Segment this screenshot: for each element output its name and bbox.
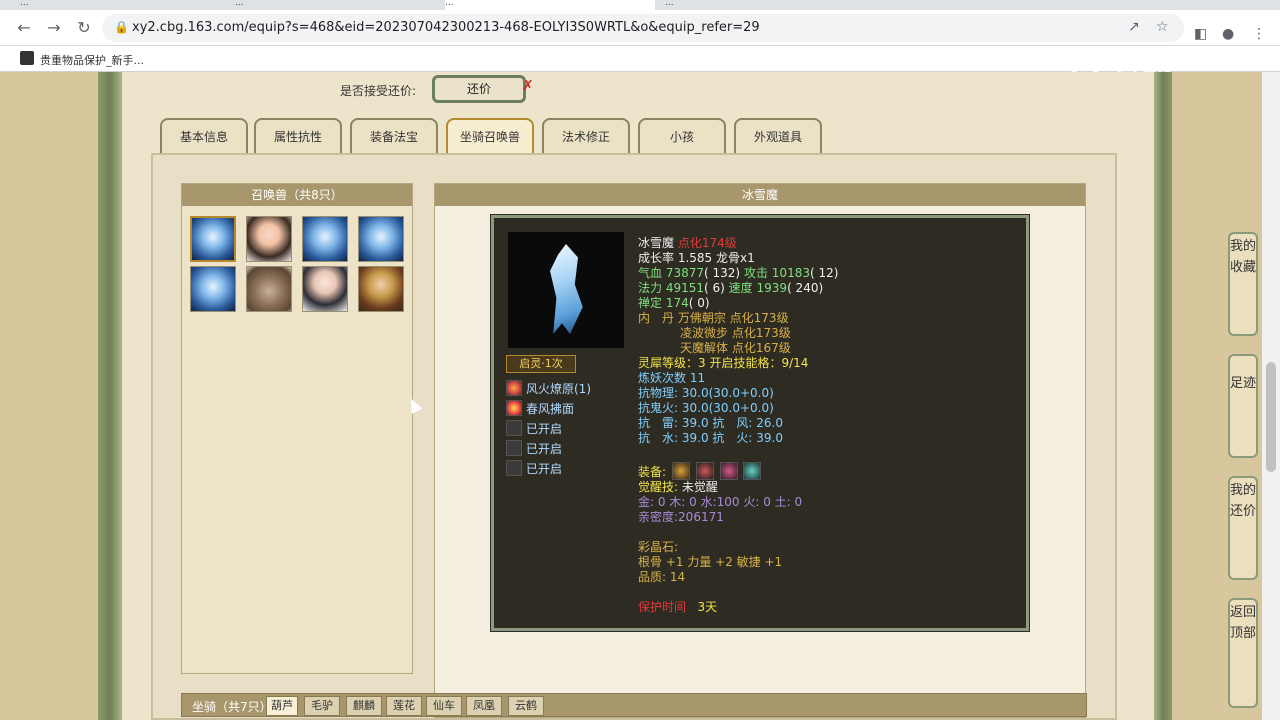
skill-slot[interactable]: 已开启	[506, 440, 562, 457]
tab-equipment[interactable]: 装备法宝	[350, 118, 438, 154]
skill-item[interactable]: 春风拂面	[506, 400, 574, 417]
resist-line: 抗 雷: 39.0 抗 风: 26.0	[638, 416, 783, 430]
scrollbar[interactable]	[1262, 72, 1280, 720]
summon-thumb[interactable]	[302, 216, 348, 262]
mount-tab[interactable]: 莲花	[386, 696, 422, 716]
bookmark-link[interactable]: 贵重物品保护_新手...	[40, 52, 144, 68]
browser-tabstrip: ... ... ... ...	[0, 0, 1280, 10]
url-text[interactable]: xy2.cbg.163.com/equip?s=468&eid=20230704…	[132, 20, 760, 35]
browser-toolbar: ← → ↻ 🔒 xy2.cbg.163.com/equip?s=468&eid=…	[0, 10, 1280, 46]
mount-tab[interactable]: 毛驴	[304, 696, 340, 716]
favorites-button[interactable]: 我的收藏	[1228, 232, 1258, 336]
quality-line: 品质: 14	[638, 570, 686, 584]
intimacy-line: 亲密度:206171	[638, 510, 724, 524]
summon-thumb[interactable]	[246, 266, 292, 312]
ice-crystal-image	[550, 244, 583, 334]
skill-slot-icon	[506, 440, 522, 456]
footprint-button[interactable]: 足迹	[1228, 354, 1258, 458]
neidan-line: 内 丹 万佛朝宗 点化173级	[638, 311, 789, 325]
skill-slot-icon	[506, 420, 522, 436]
counter-offer-button[interactable]: 还价	[432, 75, 526, 103]
tab-spell-mod[interactable]: 法术修正	[542, 118, 630, 154]
offer-label: 是否接受还价:	[340, 84, 417, 98]
mp-spd-line: 法力 49151( 6) 速度 1939( 240)	[638, 281, 824, 295]
skill-slot[interactable]: 已开启	[506, 460, 562, 477]
skill-icon	[506, 400, 522, 416]
gem-label: 彩晶石:	[638, 540, 679, 554]
back-icon[interactable]: ←	[14, 18, 34, 38]
summon-thumb[interactable]	[190, 266, 236, 312]
browser-tab-active[interactable]: ...	[445, 0, 655, 10]
lingxi-line: 灵犀等级：3 开启技能格：9/14	[638, 356, 809, 370]
protect-line: 保护时间 3天	[638, 600, 718, 614]
mount-tab[interactable]: 仙车	[426, 696, 462, 716]
forward-icon[interactable]: →	[44, 18, 64, 38]
resist-line: 抗鬼火: 30.0(30.0+0.0)	[638, 401, 774, 415]
mount-tab[interactable]: 葫芦	[266, 696, 298, 716]
summon-thumb[interactable]	[190, 216, 236, 262]
summon-card: 启灵·1次 风火燎原(1) 春风拂面 已开启 已开启 已开启 冰雪魔 点化174…	[490, 214, 1030, 632]
qiling-badge: 启灵·1次	[506, 355, 576, 373]
sidepanel-icon[interactable]: ◧	[1194, 26, 1207, 42]
equip-ornament-icon[interactable]	[743, 462, 762, 480]
page-border-right	[1154, 72, 1172, 720]
tab-attributes[interactable]: 属性抗性	[254, 118, 342, 154]
awaken-line: 觉醒技: 未觉醒	[638, 480, 718, 494]
scrollbar-thumb[interactable]	[1266, 362, 1276, 472]
skill-item[interactable]: 风火燎原(1)	[506, 380, 591, 397]
my-offers-button[interactable]: 我的还价	[1228, 476, 1258, 580]
bookmark-favicon-icon	[20, 51, 34, 65]
skill-slot[interactable]: 已开启	[506, 420, 562, 437]
elements-line: 金: 0 木: 0 水:100 火: 0 土: 0	[638, 495, 803, 509]
summon-thumb[interactable]	[358, 266, 404, 312]
equip-ring-icon[interactable]	[671, 462, 690, 480]
neidan-line: 凌波微步 点化173级	[680, 326, 791, 340]
browser-tab[interactable]: ...	[665, 0, 865, 10]
address-bar[interactable]: 🔒 xy2.cbg.163.com/equip?s=468&eid=202307…	[102, 14, 1184, 42]
summon-thumb[interactable]	[358, 216, 404, 262]
browser-tab[interactable]: ...	[235, 0, 435, 10]
mount-tab[interactable]: 云鹤	[508, 696, 544, 716]
skill-icon	[506, 380, 522, 396]
tab-mounts-summons[interactable]: 坐骑召唤兽	[446, 118, 534, 154]
share-icon[interactable]: ↗	[1128, 19, 1140, 35]
tab-appearance[interactable]: 外观道具	[734, 118, 822, 154]
equip-line: 装备:	[638, 462, 762, 480]
tab-child[interactable]: 小孩	[638, 118, 726, 154]
resist-line: 抗物理: 30.0(30.0+0.0)	[638, 386, 774, 400]
tab-basic-info[interactable]: 基本信息	[160, 118, 248, 154]
summon-thumb[interactable]	[246, 216, 292, 262]
summon-thumb[interactable]	[302, 266, 348, 312]
mount-count-label: 坐骑（共7只）	[192, 700, 272, 714]
mount-tab[interactable]: 麒麟	[346, 696, 382, 716]
resist-line: 抗 水: 39.0 抗 火: 39.0	[638, 431, 783, 445]
lock-icon: 🔒	[114, 20, 129, 34]
back-to-top-button[interactable]: 返回顶部	[1228, 598, 1258, 708]
def-line: 禅定 174( 0)	[638, 296, 710, 310]
page: 是否接受还价: 还价 ✗ 基本信息 属性抗性 装备法宝 坐骑召唤兽 法术修正 小…	[0, 72, 1280, 720]
lianyao-line: 炼妖次数 11	[638, 371, 706, 385]
page-border-left	[98, 72, 122, 720]
hp-atk-line: 气血 73877( 132) 攻击 10183( 12)	[638, 266, 839, 280]
reload-icon[interactable]: ↻	[74, 18, 94, 38]
bookmark-star-icon[interactable]: ☆	[1156, 19, 1169, 35]
browser-tab[interactable]: ...	[20, 0, 220, 10]
menu-icon[interactable]: ⋮	[1252, 26, 1266, 42]
skill-slot-icon	[506, 460, 522, 476]
gem-value: 根骨 +1 力量 +2 敏捷 +1	[638, 555, 783, 569]
neidan-line: 天魔解体 点化167级	[680, 341, 791, 355]
summon-panel-title: 召唤兽（共8只）	[182, 184, 412, 206]
summon-name-line: 冰雪魔 点化174级	[638, 236, 737, 250]
growth-line: 成长率 1.585 龙骨x1	[638, 251, 755, 265]
profile-icon[interactable]: ●	[1222, 26, 1234, 42]
summon-portrait	[508, 232, 624, 348]
mount-tab[interactable]: 凤凰	[466, 696, 502, 716]
detail-title: 冰雪魔	[435, 184, 1085, 206]
equip-armor-icon[interactable]	[695, 462, 714, 480]
close-x-icon: ✗	[522, 78, 534, 94]
equip-collar-icon[interactable]	[719, 462, 738, 480]
mount-bar: 坐骑（共7只） 葫芦 毛驴 麒麟 莲花 仙车 凤凰 云鹤	[181, 693, 1087, 717]
